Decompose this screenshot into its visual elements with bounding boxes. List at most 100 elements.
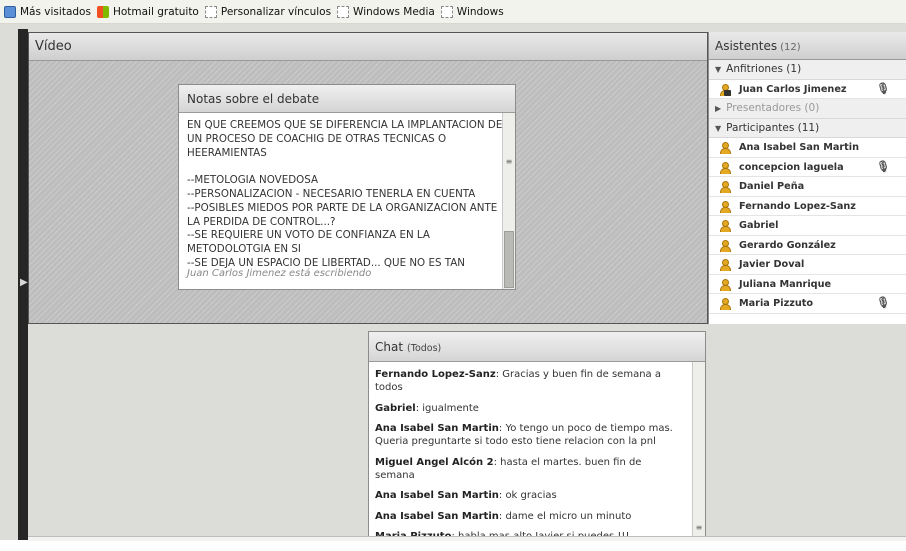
attendee-row[interactable]: concepcion laguela 🎙 xyxy=(709,158,906,177)
chat-text: dame el micro un minuto xyxy=(505,510,632,522)
attendee-name: Gabriel xyxy=(739,220,779,231)
attendee-group[interactable]: ▶ Presentadores (0) xyxy=(709,99,906,119)
empty-bookmark-icon xyxy=(440,5,453,18)
chat-text: igualmente xyxy=(422,402,479,414)
chat-message: Fernando Lopez-Sanz: Gracias y buen fin … xyxy=(375,369,661,393)
chat-sender: Ana Isabel San Martin xyxy=(375,490,499,501)
attendee-row[interactable]: Gabriel xyxy=(709,216,906,236)
attendee-row[interactable]: Daniel Peña xyxy=(709,177,906,197)
attendee-row[interactable]: Ana Isabel San Martin xyxy=(709,138,906,158)
chat-sender: Ana Isabel San Martin xyxy=(375,510,499,522)
notes-scroll-thumb[interactable] xyxy=(504,231,514,288)
notes-line: EN QUE CREEMOS QUE SE DIFERENCIA LA IMPL… xyxy=(187,119,503,159)
bookmark-item[interactable]: Windows xyxy=(440,5,504,18)
attendee-name: Gerardo González xyxy=(739,239,836,251)
user-icon xyxy=(719,239,731,252)
triangle-down-icon: ▼ xyxy=(715,65,722,74)
notes-line: --METOLOGIA NOVEDOSA xyxy=(187,174,319,187)
user-icon xyxy=(719,181,731,193)
typing-status: Juan Carlos Jimenez está escribiendo xyxy=(187,268,372,279)
left-collapse-bar[interactable]: ▶ xyxy=(18,29,28,540)
triangle-right-icon: ▶ xyxy=(715,104,722,113)
notes-pod: Notas sobre el debate EN QUE CREEMOS QUE… xyxy=(178,84,516,290)
attendee-list: ▼ Anfitriones (1) Juan Carlos Jimenez 🎙 ▶ Pre… xyxy=(709,60,906,314)
attendee-name: Daniel Peña xyxy=(739,181,805,192)
microphone-icon: 🎙 xyxy=(876,159,890,173)
chat-message: Ana Isabel San Martin: Yo tengo un poco … xyxy=(375,423,673,447)
chat-sender: Gabriel xyxy=(375,402,416,414)
attendees-title: Asistentes xyxy=(715,39,778,53)
notes-line: --SE REQUIERE UN VOTO DE CONFIANZA EN LA… xyxy=(187,229,430,256)
attendee-row[interactable]: Fernando Lopez-Sanz xyxy=(709,197,906,216)
windows-icon xyxy=(96,5,109,18)
attendee-count: (12) xyxy=(780,42,801,53)
chat-sender: Miguel Angel Alcón 2 xyxy=(375,456,494,468)
chat-pod-header: Chat (Todos) xyxy=(369,332,705,362)
user-icon xyxy=(719,220,731,232)
attendee-row[interactable]: Javier Doval xyxy=(709,255,906,275)
group-label: Presentadores (0) xyxy=(726,102,820,114)
expand-arrow-icon[interactable]: ▶ xyxy=(20,277,28,288)
bookmark-label: Personalizar vínculos xyxy=(220,5,332,18)
group-label: Participantes (11) xyxy=(726,121,820,134)
bottom-bar xyxy=(28,536,906,541)
attendee-group[interactable]: ▼ Anfitriones (1) xyxy=(709,60,906,80)
user-icon xyxy=(719,161,731,174)
bookmark-label: Windows Media xyxy=(353,5,435,18)
chat-sender: Ana Isabel San Martin xyxy=(375,423,499,434)
attendee-row[interactable]: Gerardo González xyxy=(709,236,906,255)
attendee-name: Juan Carlos Jimenez xyxy=(739,83,847,95)
page-icon xyxy=(4,5,16,18)
user-icon xyxy=(719,278,731,291)
chat-message: Ana Isabel San Martin: dame el micro un … xyxy=(375,510,632,522)
user-icon xyxy=(719,259,731,271)
microphone-icon: 🎙 xyxy=(876,296,890,309)
video-pod-title: Vídeo xyxy=(29,33,707,61)
attendee-group[interactable]: ▼ Participantes (11) xyxy=(709,118,906,138)
chat-message: Gabriel: igualmente xyxy=(375,402,479,414)
user-icon xyxy=(719,298,731,310)
bookmark-item[interactable]: Hotmail gratuito xyxy=(96,5,199,18)
scroll-grip-icon: ≡ xyxy=(695,523,703,532)
notes-line xyxy=(187,160,505,174)
chat-text: ok gracias xyxy=(505,490,557,501)
notes-pod-title: Notas sobre el debate xyxy=(179,85,515,113)
bookmark-label: Más visitados xyxy=(20,5,91,18)
chat-message: Miguel Angel Alcón 2: hasta el martes. b… xyxy=(375,456,642,481)
user-icon xyxy=(719,142,731,154)
attendee-name: Javier Doval xyxy=(739,259,805,270)
microphone-icon: 🎙 xyxy=(876,81,890,95)
chat-message: Ana Isabel San Martin: ok gracias xyxy=(375,490,557,501)
scroll-grip-icon: ≡ xyxy=(505,157,513,166)
bookmark-item[interactable]: Windows Media xyxy=(337,5,435,18)
host-user-icon xyxy=(719,83,731,96)
empty-bookmark-icon xyxy=(337,5,350,18)
user-icon xyxy=(719,200,731,213)
attendees-pod-title: Asistentes (12) xyxy=(709,32,906,60)
empty-bookmark-icon xyxy=(204,5,217,18)
chat-message-list: Fernando Lopez-Sanz: Gracias y buen fin … xyxy=(375,368,683,551)
attendee-row[interactable]: Maria Pizzuto 🎙 xyxy=(709,294,906,314)
chat-sender: Fernando Lopez-Sanz xyxy=(375,369,496,380)
chat-scrollbar[interactable]: ≡ xyxy=(692,362,705,539)
notes-line: --PERSONALIZACION - NECESARIO TENERLA EN… xyxy=(187,187,476,200)
attendees-pod: Asistentes (12) ▼ Anfitriones (1) Juan Carl… xyxy=(708,32,906,324)
bookmark-label: Windows xyxy=(456,5,504,18)
triangle-down-icon: ▼ xyxy=(715,123,722,133)
bookmark-label: Hotmail gratuito xyxy=(112,5,199,18)
bookmark-item[interactable]: Personalizar vínculos xyxy=(204,5,332,18)
attendee-name: concepcion laguela xyxy=(739,161,844,173)
attendee-name: Juliana Manrique xyxy=(739,278,832,290)
attendee-row[interactable]: Juan Carlos Jimenez 🎙 xyxy=(709,80,906,99)
attendee-name: Maria Pizzuto xyxy=(739,298,814,309)
notes-text-area[interactable]: EN QUE CREEMOS QUE SE DIFERENCIA LA IMPL… xyxy=(187,119,505,271)
bookmarks-toolbar: Más visitados Hotmail gratuito Personaliza… xyxy=(0,0,906,24)
bookmark-item[interactable]: Más visitados xyxy=(4,5,91,18)
attendee-name: Ana Isabel San Martin xyxy=(739,142,859,153)
video-pod: Vídeo Notas sobre el debate EN QUE CREEM… xyxy=(28,32,708,324)
chat-scope[interactable]: (Todos) xyxy=(407,343,441,354)
connect-meeting-room: ▶ Vídeo Notas sobre el debate EN QUE CRE… xyxy=(0,24,906,542)
attendee-row[interactable]: Juliana Manrique xyxy=(709,275,906,294)
notes-scrollbar[interactable]: ≡ xyxy=(502,113,515,289)
chat-pod: Chat (Todos) Fernando Lopez-Sanz: Gracias… xyxy=(368,331,706,542)
